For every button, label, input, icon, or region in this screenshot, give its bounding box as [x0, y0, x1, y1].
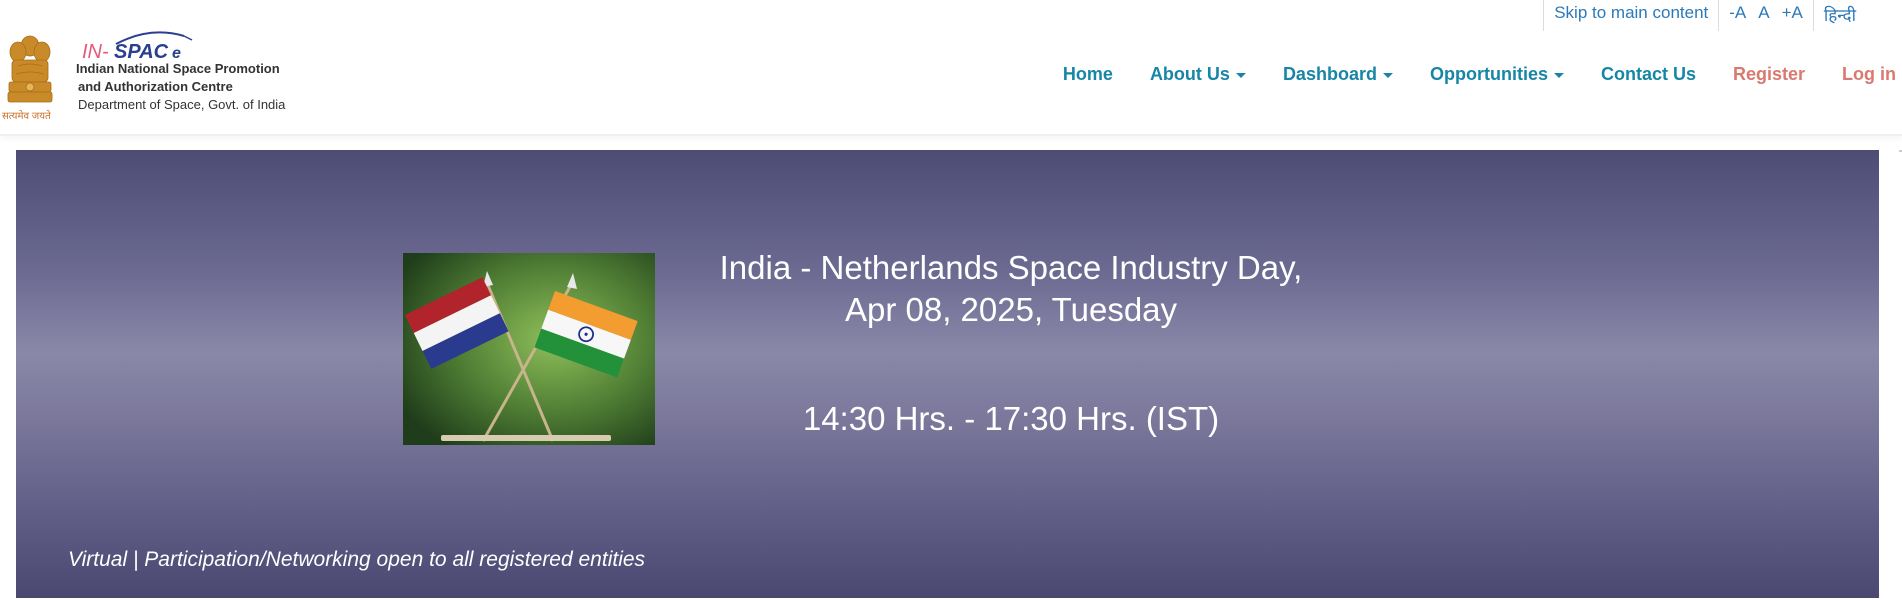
font-decrease-button[interactable]: -A	[1729, 3, 1746, 31]
event-footer-note: Virtual | Participation/Networking open …	[68, 548, 646, 571]
register-link[interactable]: Register	[1733, 64, 1805, 85]
event-title-line1: India - Netherlands Space Industry Day,	[719, 249, 1303, 286]
emblem-motto: सत्यमेव जयते	[2, 111, 51, 122]
event-title-line2: Apr 08, 2025, Tuesday	[844, 291, 1178, 328]
nav-home[interactable]: Home	[1063, 64, 1113, 85]
svg-text:e: e	[172, 45, 181, 62]
svg-text:IN-: IN-	[82, 41, 109, 62]
org-name-line2: and Authorization Centre	[78, 79, 233, 94]
site-header: Skip to main content -A A +A हिन्दी सत्य…	[0, 0, 1902, 136]
svg-text:SPAC: SPAC	[114, 41, 169, 62]
main-nav: Home About Us Dashboard Opportunities Co…	[1026, 64, 1896, 85]
font-increase-button[interactable]: +A	[1782, 3, 1803, 31]
nav-home-label: Home	[1062, 64, 1113, 84]
nav-dashboard-label: Dashboard	[1282, 64, 1377, 84]
accessibility-bar: Skip to main content -A A +A हिन्दी	[1543, 0, 1866, 32]
department-line: Department of Space, Govt. of India	[78, 97, 286, 112]
language-toggle[interactable]: हिन्दी	[1824, 3, 1856, 31]
caret-down-icon	[1382, 73, 1393, 78]
font-size-controls: -A A +A	[1718, 0, 1813, 31]
skip-to-main-link[interactable]: Skip to main content	[1554, 3, 1708, 31]
language-group: हिन्दी	[1812, 0, 1866, 31]
event-banner[interactable]: India - Netherlands Space Industry Day, …	[16, 150, 1879, 598]
login-link[interactable]: Log in	[1842, 64, 1896, 85]
nav-about-us[interactable]: About Us	[1150, 64, 1246, 85]
font-normal-button[interactable]: A	[1758, 3, 1769, 31]
caret-down-icon	[1553, 73, 1564, 78]
event-title: India - Netherlands Space Industry Day, …	[586, 247, 1436, 331]
org-name-line1: Indian National Space Promotion	[76, 61, 280, 76]
nav-contact-label: Contact Us	[1600, 64, 1696, 84]
in-space-logo-icon: IN- SPAC e	[82, 31, 193, 62]
org-logo[interactable]: IN- SPAC e Indian National Space Promoti…	[76, 30, 306, 120]
nav-dashboard[interactable]: Dashboard	[1283, 64, 1393, 85]
nav-about-label: About Us	[1149, 64, 1230, 84]
nav-contact-us[interactable]: Contact Us	[1601, 64, 1696, 85]
nav-opportunities[interactable]: Opportunities	[1430, 64, 1564, 85]
caret-down-icon	[1235, 73, 1246, 78]
national-emblem-icon[interactable]	[2, 32, 58, 120]
skip-link-group: Skip to main content	[1543, 0, 1718, 31]
event-time: 14:30 Hrs. - 17:30 Hrs. (IST)	[802, 400, 1220, 437]
nav-opportunities-label: Opportunities	[1429, 64, 1548, 84]
